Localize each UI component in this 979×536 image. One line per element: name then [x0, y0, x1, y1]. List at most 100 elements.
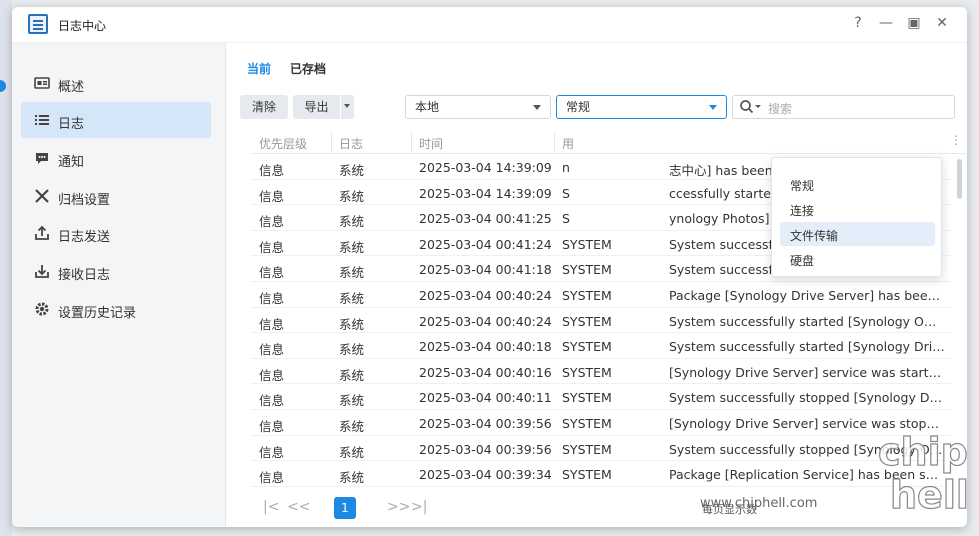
- column-header-log[interactable]: 日志: [339, 135, 363, 152]
- cell-time: 2025-03-04 00:41:18: [419, 262, 552, 278]
- search-field[interactable]: 搜索: [732, 95, 955, 119]
- search-placeholder: 搜索: [768, 102, 793, 116]
- sidebar-item-notification[interactable]: 通知: [21, 140, 211, 176]
- cell-event: System successfully stopped [Synology Dr…: [669, 390, 945, 406]
- dropdown-option-connection[interactable]: 连接: [780, 197, 935, 221]
- tab-current[interactable]: 当前: [247, 60, 271, 77]
- cell-priority: 信息: [259, 163, 285, 178]
- table-row[interactable]: 信息 系统 2025-03-04 00:40:24 SYSTEM System succ…: [251, 308, 951, 334]
- cell-priority: 信息: [259, 418, 285, 434]
- sidebar-item-label: 通知: [58, 155, 85, 170]
- cell-user: SYSTEM: [562, 262, 612, 278]
- table-row[interactable]: 信息 系统 2025-03-04 00:40:11 SYSTEM System succ…: [251, 384, 951, 410]
- current-page-button[interactable]: 1: [334, 497, 356, 519]
- main-panel: 当前 已存档 清除 导出 本地 常规 搜索 优先层级 日志 时间 用 ⋮ 信息 …: [227, 43, 967, 527]
- dropdown-option-file-transfer[interactable]: 文件传输: [780, 222, 935, 246]
- cell-priority: 信息: [259, 188, 285, 204]
- cell-log: 系统: [339, 290, 365, 306]
- cell-time: 2025-03-04 00:41:25: [419, 211, 552, 227]
- cell-log: 系统: [339, 188, 365, 204]
- cell-user: SYSTEM: [562, 287, 612, 303]
- maximize-button[interactable]: ▣: [904, 15, 924, 31]
- scrollbar[interactable]: [957, 159, 962, 199]
- sidebar-item-settings-history[interactable]: 设置历史记录: [21, 291, 211, 327]
- cell-log: 系统: [339, 418, 365, 434]
- sidebar-item-overview[interactable]: 概述: [21, 65, 211, 101]
- export-button[interactable]: 导出: [293, 95, 340, 119]
- table-row[interactable]: 信息 系统 2025-03-04 00:40:16 SYSTEM [Synology D…: [251, 359, 951, 385]
- notification-icon: [34, 150, 50, 166]
- cell-priority: 信息: [259, 290, 285, 306]
- type-select-value: 常规: [566, 100, 591, 114]
- sidebar-item-receive-log[interactable]: 接收日志: [21, 253, 211, 289]
- last-page-button[interactable]: >|: [411, 499, 427, 515]
- cell-time: 2025-03-04 00:41:24: [419, 236, 552, 252]
- cell-log: 系统: [339, 265, 365, 281]
- first-page-button[interactable]: |<: [263, 499, 279, 515]
- table-row[interactable]: 信息 系统 2025-03-04 00:40:18 SYSTEM System succ…: [251, 333, 951, 359]
- sidebar-item-log-send[interactable]: 日志发送: [21, 215, 211, 251]
- dropdown-option-disk[interactable]: 硬盘: [780, 247, 935, 271]
- column-header-user[interactable]: 用: [562, 135, 574, 152]
- close-button[interactable]: ✕: [932, 15, 952, 31]
- source-select[interactable]: 本地: [405, 95, 551, 119]
- sidebar-item-label: 日志: [58, 117, 85, 132]
- column-header-time[interactable]: 时间: [419, 135, 443, 152]
- cell-log: 系统: [339, 163, 365, 178]
- tab-archived[interactable]: 已存档: [290, 60, 326, 77]
- gear-icon: [34, 301, 50, 317]
- table-header: 优先层级 日志 时间 用 ⋮: [251, 130, 967, 154]
- cell-time: 2025-03-04 00:39:56: [419, 441, 552, 457]
- table-row[interactable]: 信息 系统 2025-03-04 00:40:24 SYSTEM Package [Sy…: [251, 282, 951, 308]
- chiphell-watermark-logo: chip hell: [876, 420, 969, 517]
- cell-time: 2025-03-04 00:40:16: [419, 364, 552, 380]
- cell-time: 2025-03-04 00:40:24: [419, 313, 552, 329]
- column-divider[interactable]: [411, 132, 412, 152]
- help-button[interactable]: ?: [848, 15, 868, 31]
- cell-log: 系统: [339, 239, 365, 255]
- column-divider[interactable]: [331, 132, 332, 152]
- dropdown-option-general[interactable]: 常规: [780, 172, 935, 196]
- clear-button[interactable]: 清除: [240, 95, 288, 119]
- cell-user: S: [562, 211, 570, 227]
- dropdown-option-label: 硬盘: [790, 254, 815, 268]
- cell-time: 2025-03-04 14:39:09: [419, 160, 552, 175]
- sidebar-item-label: 日志发送: [58, 230, 111, 245]
- table-row[interactable]: 信息 系统 2025-03-04 00:39:56 SYSTEM System succ…: [251, 436, 951, 462]
- dropdown-option-label: 连接: [790, 204, 815, 218]
- cell-user: SYSTEM: [562, 313, 612, 329]
- next-page-button[interactable]: >>: [387, 499, 410, 515]
- cell-priority: 信息: [259, 214, 285, 230]
- cell-user: SYSTEM: [562, 467, 612, 483]
- sidebar-item-label: 接收日志: [58, 268, 111, 283]
- column-divider[interactable]: [554, 132, 555, 152]
- prev-page-button[interactable]: <<: [287, 499, 310, 515]
- column-options-icon[interactable]: ⋮: [950, 133, 962, 147]
- cell-user: SYSTEM: [562, 390, 612, 406]
- cell-priority: 信息: [259, 239, 285, 255]
- cell-time: 2025-03-04 14:39:09: [419, 185, 552, 201]
- column-header-priority[interactable]: 优先层级: [259, 135, 307, 152]
- table-row[interactable]: 信息 系统 2025-03-04 00:39:56 SYSTEM [Synology D…: [251, 410, 951, 436]
- cell-log: 系统: [339, 367, 365, 383]
- search-icon[interactable]: [739, 99, 765, 118]
- cell-log: 系统: [339, 342, 365, 358]
- minimize-button[interactable]: —: [876, 15, 896, 31]
- export-menu-button[interactable]: [341, 95, 354, 119]
- overview-icon: [34, 75, 50, 91]
- cell-event: System successfully started [Synology Dr…: [669, 339, 945, 355]
- cell-priority: 信息: [259, 265, 285, 281]
- cell-user: S: [562, 185, 570, 201]
- cell-user: SYSTEM: [562, 415, 612, 431]
- sidebar-item-log[interactable]: 日志: [21, 102, 211, 138]
- cell-time: 2025-03-04 00:39:34: [419, 467, 552, 483]
- svg-text:chip: chip: [878, 430, 968, 474]
- type-select[interactable]: 常规: [556, 95, 727, 119]
- cell-log: 系统: [339, 393, 365, 409]
- cell-event: [Synology Drive Server] service was star…: [669, 364, 945, 380]
- cell-time: 2025-03-04 00:39:56: [419, 415, 552, 431]
- cell-user: SYSTEM: [562, 441, 612, 457]
- type-dropdown-menu: 常规 连接 文件传输 硬盘: [771, 157, 942, 277]
- sidebar-item-archive-settings[interactable]: 归档设置: [21, 178, 211, 214]
- table-row[interactable]: 信息 系统 2025-03-04 00:39:34 SYSTEM Package [Re…: [251, 461, 951, 487]
